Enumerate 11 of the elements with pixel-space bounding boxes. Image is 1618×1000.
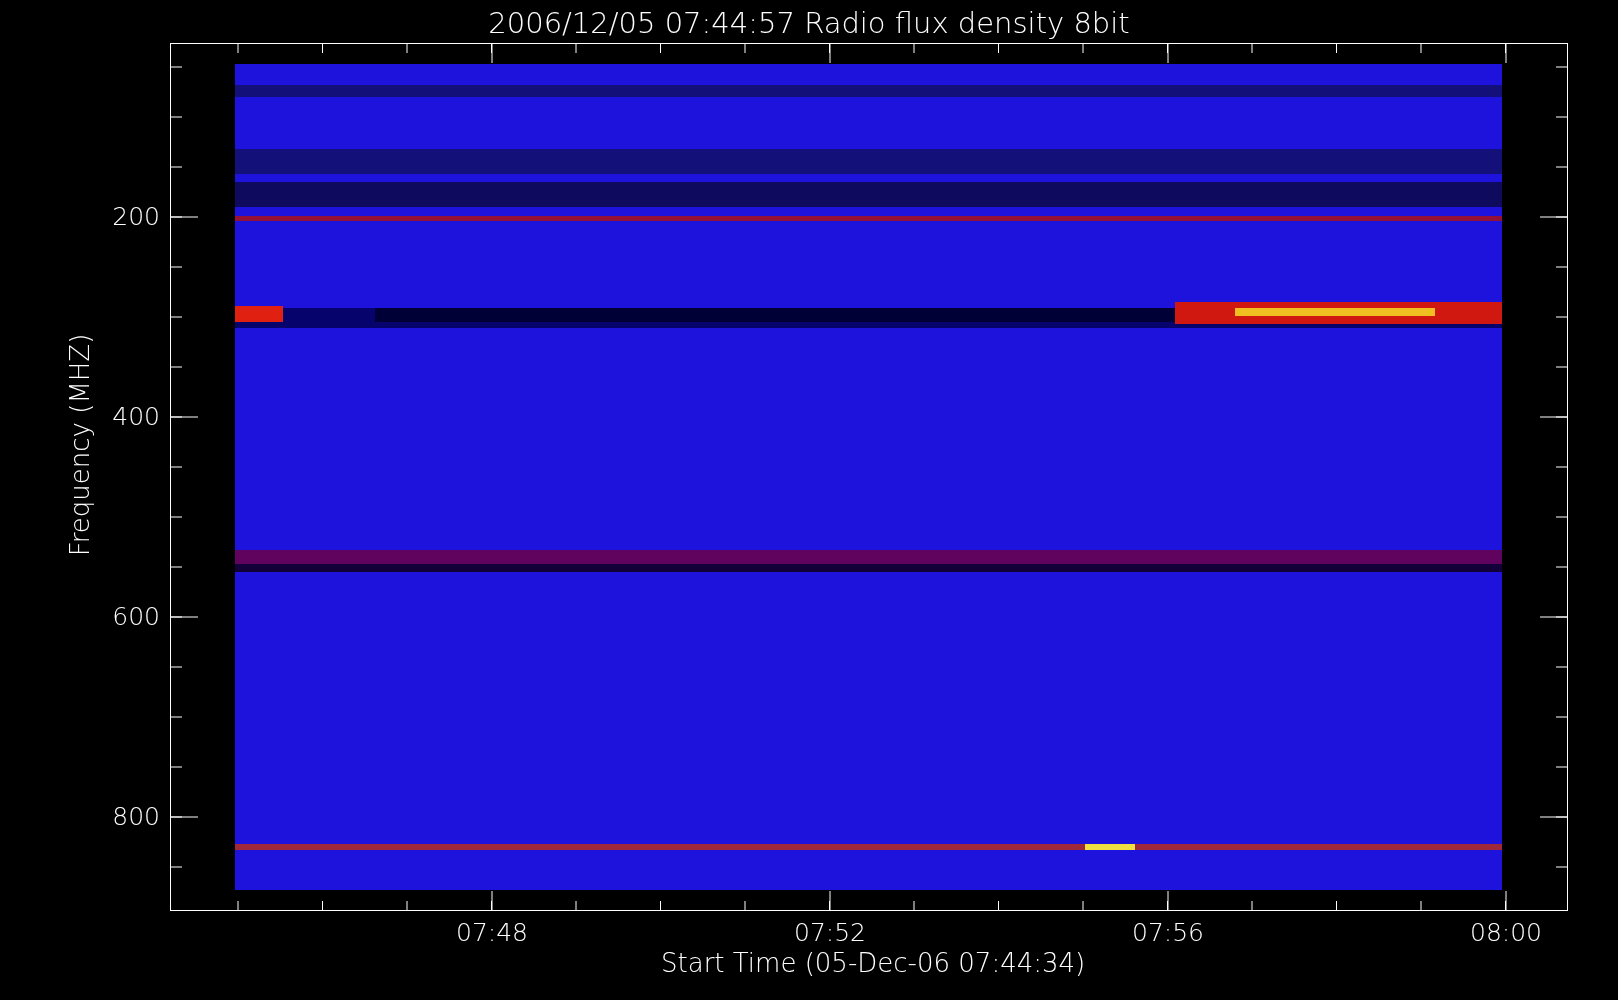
y-tick-label: 800	[112, 802, 160, 832]
x-axis-label: Start Time (05-Dec-06 07:44:34)	[661, 948, 1086, 978]
x-tick-label: 07:48	[456, 918, 528, 948]
x-tick-label: 08:00	[1470, 918, 1542, 948]
y-tick-label: 200	[112, 202, 160, 232]
y-axis-label: Frequency (MHZ)	[65, 332, 95, 559]
x-tick-label: 07:52	[794, 918, 866, 948]
x-tick-label: 07:56	[1132, 918, 1204, 948]
y-tick-label: 400	[112, 402, 160, 432]
chart-title: 2006/12/05 07:44:57 Radio flux density 8bit	[488, 5, 1130, 42]
y-tick-label: 600	[112, 602, 160, 632]
